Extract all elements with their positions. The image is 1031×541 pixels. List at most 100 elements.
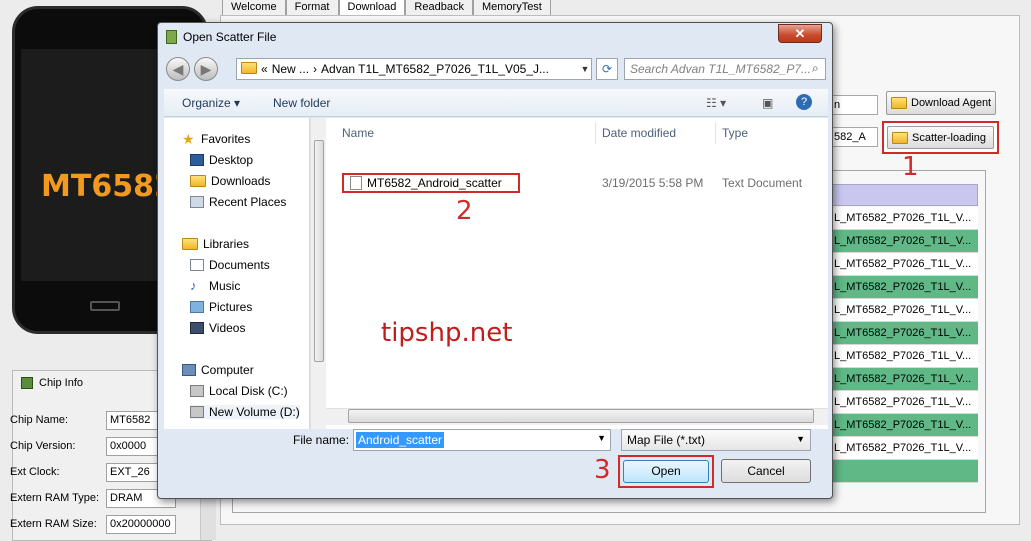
open-button[interactable]: Open: [623, 460, 709, 483]
horizontal-scroll-thumb[interactable]: [348, 409, 814, 423]
nav-music[interactable]: ♪ Music: [190, 279, 240, 293]
close-button[interactable]: ✕: [778, 24, 822, 43]
tab-readback[interactable]: Readback: [405, 0, 473, 16]
file-name-label: File name:: [293, 433, 350, 447]
navigation-scroll-thumb[interactable]: [314, 140, 324, 362]
open-button-highlight: Open: [618, 455, 714, 488]
address-dropdown-icon[interactable]: ▼: [578, 58, 592, 80]
nav-desktop-label: Desktop: [209, 153, 254, 167]
address-prefix: «: [261, 62, 268, 76]
file-name-input[interactable]: Android_scatter ▼: [353, 429, 611, 451]
nav-new-volume-label: New Volume (D:): [209, 405, 300, 419]
nav-documents[interactable]: Documents: [190, 258, 270, 272]
file-name-dropdown-icon[interactable]: ▼: [597, 433, 606, 443]
nav-local-disk-label: Local Disk (C:): [209, 384, 288, 398]
file-row-mt6582-scatter[interactable]: MT6582_Android_scatter: [342, 173, 520, 193]
tab-memorytest[interactable]: MemoryTest: [472, 0, 551, 16]
nav-computer-label: Computer: [201, 363, 254, 377]
dialog-title: Open Scatter File: [183, 30, 277, 44]
forward-button[interactable]: ▶: [194, 57, 218, 81]
nav-libraries[interactable]: Libraries: [182, 237, 249, 251]
rom-table-row[interactable]: L_MT6582_P7026_T1L_V...: [830, 368, 978, 391]
search-icon[interactable]: ⌕: [812, 61, 819, 76]
disk-icon: [190, 385, 204, 397]
cancel-button[interactable]: Cancel: [721, 459, 811, 483]
dialog-toolbar: Organize ▾ New folder ☷ ▾ ▣ ?: [164, 89, 828, 117]
chip-info-header: Chip Info: [21, 377, 83, 389]
step-3-marker: 3: [594, 455, 611, 485]
rom-table-row[interactable]: L_MT6582_P7026_T1L_V...: [830, 391, 978, 414]
file-name-value: Android_scatter: [356, 432, 445, 448]
ram-size-label: Extern RAM Size:: [10, 518, 97, 530]
nav-favorites[interactable]: ★ Favorites: [182, 132, 250, 146]
nav-pictures[interactable]: Pictures: [190, 300, 252, 314]
disk-icon: [190, 406, 204, 418]
file-type-select[interactable]: Map File (*.txt) ▼: [621, 429, 811, 451]
nav-computer[interactable]: Computer: [182, 363, 254, 377]
rom-table-row[interactable]: L_MT6582_P7026_T1L_V...: [830, 230, 978, 253]
back-button[interactable]: ◀: [166, 57, 190, 81]
text-document-icon: [350, 176, 362, 190]
nav-local-disk[interactable]: Local Disk (C:): [190, 384, 288, 398]
file-name: MT6582_Android_scatter: [367, 176, 502, 190]
rom-table-row[interactable]: [830, 460, 978, 483]
rom-table-row[interactable]: L_MT6582_P7026_T1L_V...: [830, 207, 978, 230]
refresh-icon[interactable]: ⟳: [596, 58, 618, 80]
column-type[interactable]: Type: [722, 126, 748, 140]
rom-table-row[interactable]: L_MT6582_P7026_T1L_V...: [830, 322, 978, 345]
rom-table-row[interactable]: L_MT6582_P7026_T1L_V...: [830, 345, 978, 368]
rom-table-row[interactable]: L_MT6582_P7026_T1L_V...: [830, 299, 978, 322]
scatter-loading-button[interactable]: Scatter-loading: [887, 126, 994, 149]
tab-welcome[interactable]: Welcome: [222, 0, 286, 16]
nav-downloads-label: Downloads: [211, 174, 271, 188]
search-input[interactable]: Search Advan T1L_MT6582_P7...: [624, 58, 826, 80]
nav-new-volume[interactable]: New Volume (D:): [190, 405, 300, 419]
nav-recent-label: Recent Places: [209, 195, 287, 209]
navigation-pane: ★ Favorites Desktop Downloads Recent Plac…: [164, 118, 310, 429]
new-folder-button[interactable]: New folder: [273, 96, 330, 110]
file-type: Text Document: [722, 176, 803, 190]
column-date-modified[interactable]: Date modified: [602, 126, 676, 140]
rom-table-row[interactable]: L_MT6582_P7026_T1L_V...: [830, 414, 978, 437]
view-icon[interactable]: ☷ ▾: [706, 96, 726, 110]
chip-info-title: Chip Info: [39, 377, 84, 389]
nav-favorites-label: Favorites: [201, 132, 251, 146]
rom-table-row[interactable]: L_MT6582_P7026_T1L_V...: [830, 437, 978, 460]
address-bar[interactable]: « New ... › Advan T1L_MT6582_P7026_T1L_V…: [236, 58, 592, 80]
ram-type-label: Extern RAM Type:: [10, 492, 100, 504]
address-segment-new[interactable]: New ...: [272, 62, 309, 76]
column-name[interactable]: Name: [342, 126, 374, 140]
column-divider: [715, 122, 716, 144]
open-scatter-dialog: Open Scatter File ✕ ◀ ▶ « New ... › Adva…: [157, 22, 833, 499]
folder-icon: [892, 131, 908, 144]
dialog-titlebar: Open Scatter File: [158, 23, 832, 51]
videos-icon: [190, 322, 204, 334]
nav-documents-label: Documents: [209, 258, 270, 272]
nav-recent[interactable]: Recent Places: [190, 195, 286, 209]
desktop-icon: [190, 154, 204, 166]
tab-format[interactable]: Format: [285, 0, 339, 16]
help-icon[interactable]: ?: [796, 94, 812, 110]
organize-menu[interactable]: Organize ▾: [182, 96, 240, 110]
phone-home-button: [90, 301, 120, 311]
scatter-file-select[interactable]: 582_A: [830, 127, 878, 147]
nav-downloads[interactable]: Downloads: [190, 174, 270, 188]
preview-pane-icon[interactable]: ▣: [762, 96, 773, 110]
rom-table-row[interactable]: L_MT6582_P7026_T1L_V...: [830, 253, 978, 276]
scatter-loading-label: Scatter-loading: [912, 131, 986, 144]
ext-clock-label: Ext Clock:: [10, 466, 60, 478]
download-agent-label: Download Agent: [911, 97, 992, 109]
rom-table-row[interactable]: L_MT6582_P7026_T1L_V...: [830, 276, 978, 299]
download-agent-input[interactable]: n: [830, 95, 878, 115]
tab-download[interactable]: Download: [338, 0, 406, 16]
rom-table-header: [830, 184, 978, 206]
nav-videos[interactable]: Videos: [190, 321, 245, 335]
libraries-icon: [182, 238, 198, 250]
nav-desktop[interactable]: Desktop: [190, 153, 253, 167]
nav-libraries-label: Libraries: [203, 237, 250, 251]
address-segment-folder[interactable]: Advan T1L_MT6582_P7026_T1L_V05_J...: [321, 62, 549, 76]
nav-videos-label: Videos: [209, 321, 246, 335]
music-icon: ♪: [190, 278, 197, 293]
download-agent-button[interactable]: Download Agent: [886, 91, 996, 115]
chip-icon: [21, 377, 33, 389]
